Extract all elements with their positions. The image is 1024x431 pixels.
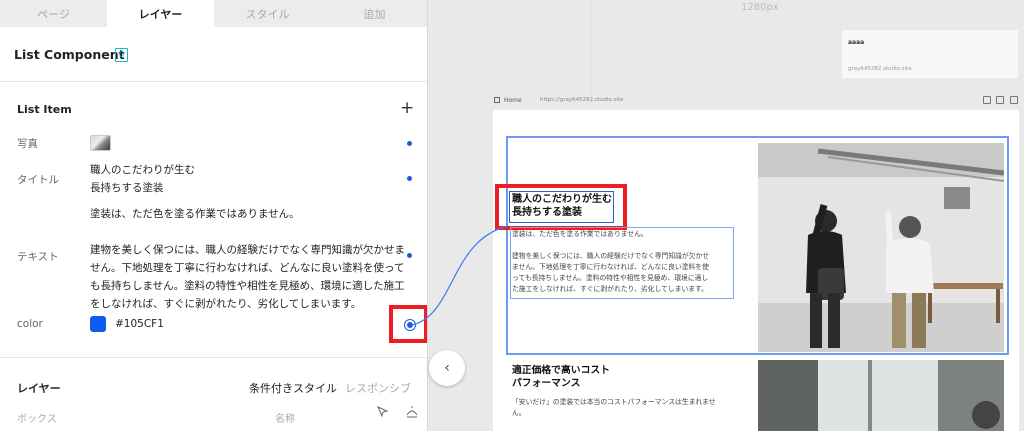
visibility-icon[interactable] [405,405,419,419]
photo-label: 写真 [17,138,38,150]
window-photo-illustration [758,360,1004,431]
preview-title-2-line: 適正価格で高いコスト [512,365,610,376]
preview-text-line: た施工をしなければ、すぐに剥がれたり、劣化してしまいます。 [512,285,708,293]
site-thumbnail-title: aaaa [848,39,865,46]
text-line-blank [90,223,405,241]
preview-text-2-line: ん。 [512,409,526,417]
preview-title-2-line: パフォーマンス [512,378,581,389]
tab-layer[interactable]: レイヤー [107,0,214,27]
panel-tabs: ページ レイヤー スタイル 追加 [0,0,427,27]
component-count-badge: 0 [115,48,128,62]
title-line: 職人のこだわりが生む [90,164,195,176]
title-value[interactable]: 職人のこだわりが生む 長持ちする塗装 [90,161,195,197]
list-item-photo-2[interactable] [758,360,1004,431]
title-label: タイトル [17,174,59,186]
preview-text-line: ません。下地処理を丁寧に行わなければ、どんなに良い塗料を使 [512,263,709,271]
ruler-guide [590,0,591,96]
home-icon[interactable] [494,97,500,103]
list-item-photo[interactable] [758,143,1004,352]
text-line: も長持ちしません。塗料の特性や相性を見極め、環境に適した施工 [90,280,405,292]
title-binding-dot[interactable] [407,176,412,181]
copy-icon[interactable] [983,96,991,104]
color-binding-handle[interactable] [405,320,415,330]
text-line: 建物を美しく保つには、職人の経験だけでなく専門知識が欠かせま [90,244,405,256]
preview-text-line: 建物を美しく保つには、職人の経験だけでなく専門知識が欠かせ [512,252,710,260]
box-column-header: ボックス [17,414,57,425]
preview-icon[interactable] [996,96,1004,104]
text-binding-dot[interactable] [407,253,412,258]
ruler-width-label: 1280px [741,2,779,13]
preview-text-line: 塗装は、ただ色を塗る作業ではありません。 [512,230,648,238]
properties-panel: ページ レイヤー スタイル 追加 List Component 0 List I… [0,0,428,431]
collapse-panel-button[interactable]: ‹ [429,350,465,386]
chevron-left-icon: ‹ [444,360,450,376]
title-line: 長持ちする塗装 [90,182,164,194]
export-icon[interactable] [1010,96,1018,104]
list-item-heading: List Item [17,103,72,116]
divider [0,357,427,358]
text-line: 塗装は、ただ色を塗る作業ではありません。 [90,208,300,220]
site-thumbnail-url: gray645282.studio.site [848,66,912,72]
preview-text-line: っても長持ちしません。塗料の特性や相性を見極め、環境に適し [512,274,709,282]
site-url[interactable]: https://gray645282.studio.site [540,97,623,103]
plus-icon[interactable]: + [400,100,414,117]
home-label[interactable]: Home [504,97,522,104]
text-label: テキスト [17,251,59,263]
tab-layers[interactable]: レイヤー [17,380,61,396]
tab-conditional-style[interactable]: 条件付きスタイル [249,380,337,396]
preview-text-line-blank [512,240,734,251]
color-label: color [17,318,43,330]
site-thumbnail-card[interactable]: aaaa gray645282.studio.site [842,30,1018,78]
color-swatch[interactable] [90,316,106,332]
text-value[interactable]: 塗装は、ただ色を塗る作業ではありません。 建物を美しく保つには、職人の経験だけで… [90,205,405,313]
workers-photo-illustration [758,143,1004,352]
preview-title-2[interactable]: 適正価格で高いコスト パフォーマンス [512,364,610,390]
preview-text[interactable]: 塗装は、ただ色を塗る作業ではありません。 建物を美しく保つには、職人の経験だけで… [512,229,734,295]
name-column-header: 名称 [275,414,295,425]
tab-page[interactable]: ページ [0,0,107,27]
highlight-box [495,184,627,230]
tab-add[interactable]: 追加 [321,0,427,27]
photo-thumbnail[interactable] [90,135,111,151]
text-line: をしなければ、すぐに剥がれたり、劣化してしまいます。 [90,298,362,310]
divider [0,81,427,82]
component-title: List Component [14,47,125,62]
preview-text-2-line: 「安いだけ」の塗装では本当のコストパフォーマンスは生まれませ [512,398,716,406]
preview-text-2[interactable]: 「安いだけ」の塗装では本当のコストパフォーマンスは生まれませ ん。 [512,397,752,419]
text-line: せん。下地処理を丁寧に行わなければ、どんなに良い塗料を使って [90,262,405,274]
pointer-icon[interactable] [376,405,390,419]
color-value[interactable]: #105CF1 [115,315,164,333]
tab-style[interactable]: スタイル [214,0,321,27]
photo-binding-dot[interactable] [407,141,412,146]
tab-responsive[interactable]: レスポンシブ [345,380,411,396]
